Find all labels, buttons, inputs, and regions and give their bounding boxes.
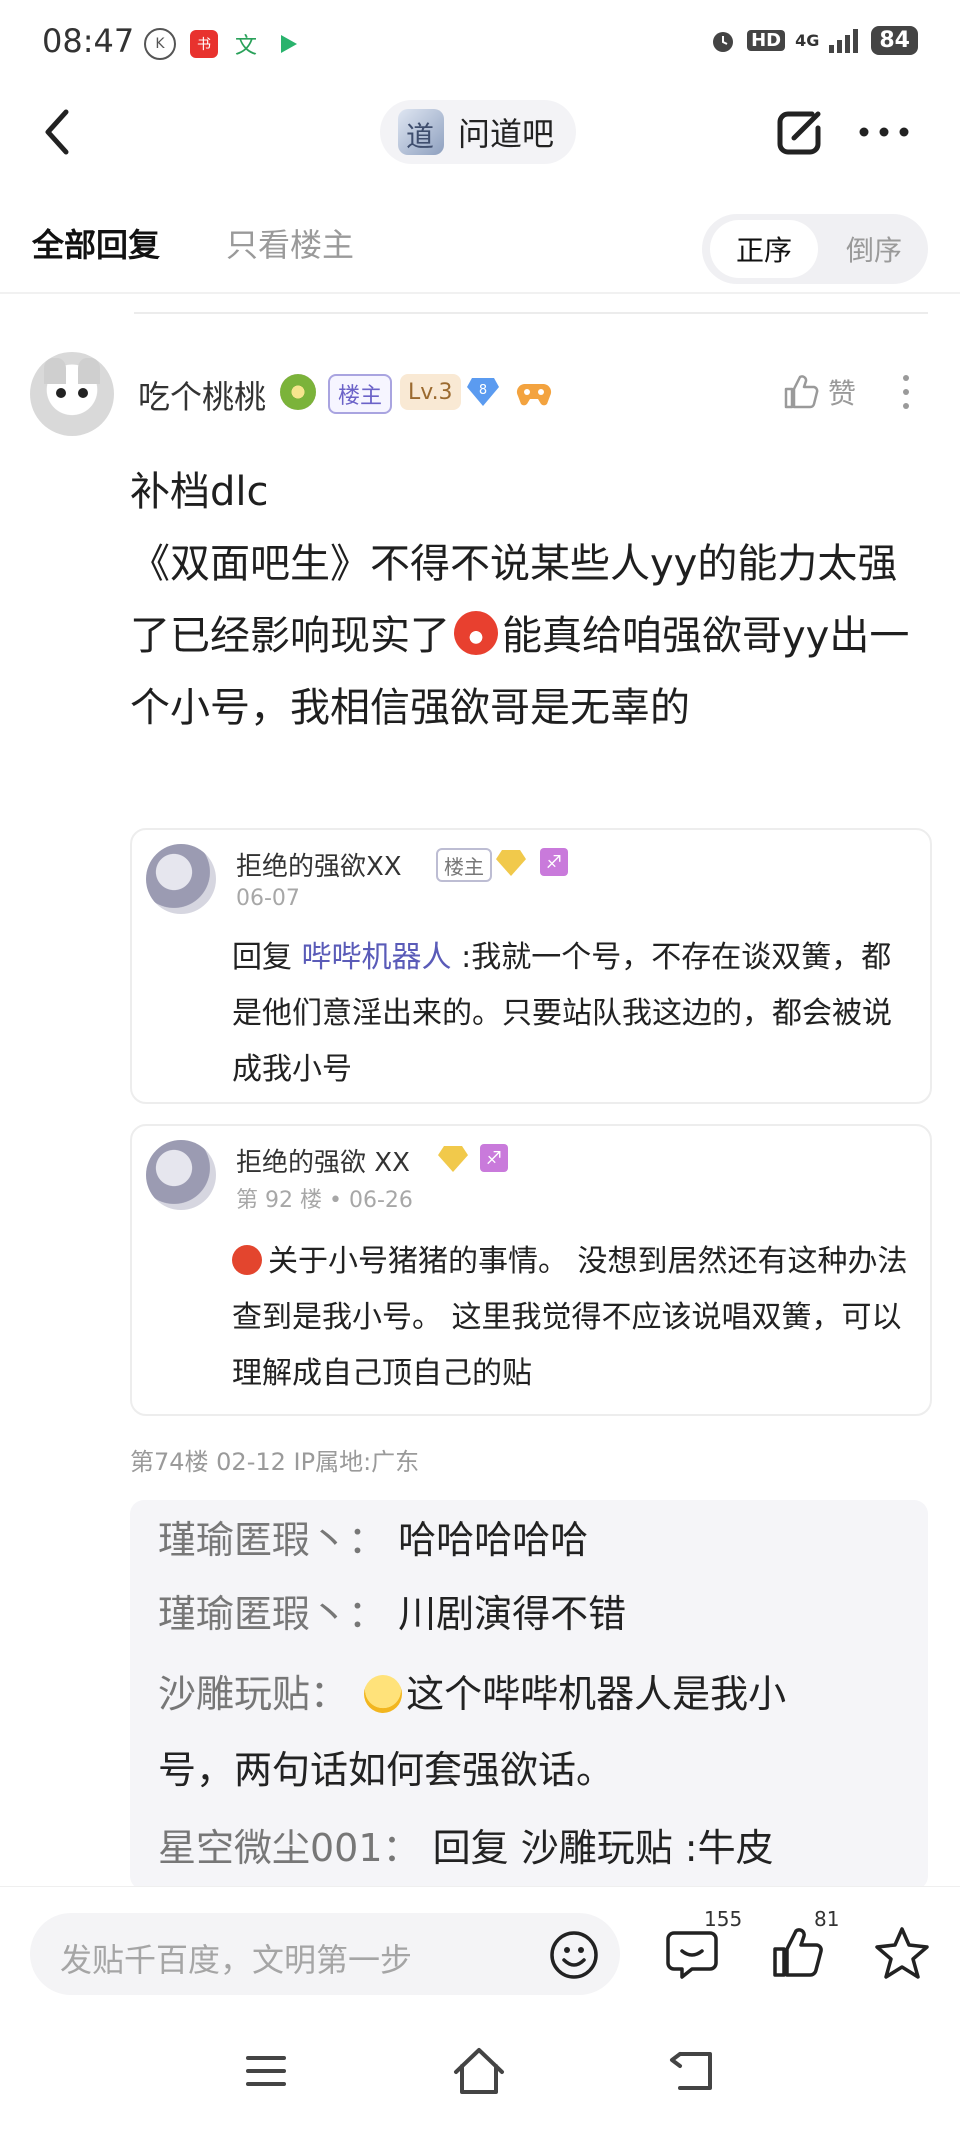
gamepad-icon <box>516 376 552 408</box>
bottom-action-bar: 发贴千百度，文明第一步 155 81 <box>0 1886 960 2027</box>
gem-level: 8 <box>479 383 487 398</box>
favorite-button[interactable] <box>872 1925 932 1981</box>
quoted-screenshot-card: 拒绝的强欲 XX ♐ 第 92 楼 • 06-26 关于小号猪猪的事情。 没想到… <box>130 1124 932 1416</box>
play-icon <box>274 30 302 58</box>
hd-icon: HD <box>747 30 786 51</box>
gem-icon <box>496 850 526 876</box>
divider <box>0 292 960 294</box>
post-meta: 第74楼 02-12 IP属地:广东 <box>130 1448 420 1476</box>
like-count: 81 <box>814 1907 840 1931</box>
back-button[interactable] <box>34 100 82 164</box>
quoted-user-avatar <box>146 1140 216 1210</box>
more-vertical-icon <box>903 375 909 409</box>
compose-input[interactable]: 发贴千百度，文明第一步 <box>30 1913 620 1995</box>
quoted-op-badge: 楼主 <box>436 848 492 882</box>
status-right: HD 4G 84 <box>709 26 918 55</box>
back-arrow-icon <box>670 2052 712 2090</box>
post-text-paragraph: 《双面吧生》不得不说某些人yy的能力太强了已经影响现实了 能真给咱强欲哥yy出一个… <box>130 528 930 744</box>
tomato-emoji-icon <box>232 1245 262 1275</box>
sub-reply[interactable]: 沙雕玩贴： 这个哔哔机器人是我小号，两句话如何套强欲话。 <box>158 1656 858 1808</box>
menu-icon <box>246 2056 286 2086</box>
sort-desc-button[interactable]: 倒序 <box>824 220 924 278</box>
comment-icon <box>666 1931 718 1979</box>
signal-icon <box>829 28 859 53</box>
more-horizontal-icon <box>859 127 909 137</box>
zodiac-icon: ♐ <box>540 848 568 876</box>
battery-indicator: 84 <box>871 26 918 55</box>
forum-name: 问道吧 <box>458 115 555 153</box>
star-icon <box>875 1927 929 1979</box>
system-back-button[interactable] <box>668 2050 714 2092</box>
post-username[interactable]: 吃个桃桃 <box>138 372 266 418</box>
post-like-button[interactable]: 赞 <box>782 372 856 412</box>
sub-reply-text: 回复 沙雕玩贴 :牛皮 <box>432 1826 774 1870</box>
user-avatar[interactable] <box>30 352 114 436</box>
mentioned-user-link: 哔哔机器人 <box>301 940 452 975</box>
angry-face-emoji-icon <box>454 611 498 655</box>
smiley-icon <box>550 1931 598 1979</box>
like-button[interactable] <box>770 1925 826 1981</box>
xiaohongshu-icon: 书 <box>190 30 218 58</box>
edit-button[interactable] <box>772 104 828 160</box>
thumbs-up-icon <box>784 375 819 409</box>
thumbs-up-icon <box>773 1928 823 1977</box>
gem-icon <box>438 1146 468 1172</box>
like-label: 赞 <box>828 377 857 410</box>
quoted-username: 拒绝的强欲XX <box>236 852 402 882</box>
compose-placeholder: 发贴千百度，文明第一步 <box>60 1941 413 1979</box>
sub-reply-user[interactable]: 瑾瑜匿瑕丶： <box>158 1592 386 1636</box>
reply-prefix: 回复 <box>232 940 302 975</box>
emoji-button[interactable] <box>548 1929 600 1981</box>
sort-toggle: 正序 倒序 <box>702 214 928 284</box>
zodiac-icon: ♐ <box>480 1144 508 1172</box>
smile-emoji-icon <box>364 1675 403 1713</box>
sub-reply[interactable]: 瑾瑜匿瑕丶： 川剧演得不错 <box>158 1582 918 1646</box>
comment-button[interactable] <box>664 1925 720 1981</box>
divider <box>134 312 928 314</box>
kiwi-emoji-icon <box>280 374 316 410</box>
quoted-screenshot-card: 拒绝的强欲XX 楼主 ♐ 06-07 回复 哔哔机器人 :我就一个号，不存在谈双… <box>130 828 932 1104</box>
quoted-date: 06-07 <box>236 886 300 911</box>
status-app-icons: K 书 文 <box>144 28 302 60</box>
op-badge: 楼主 <box>328 374 393 414</box>
home-icon <box>454 2048 504 2094</box>
post-text-line: 补档dlc <box>130 469 269 515</box>
edit-icon <box>777 111 821 155</box>
quoted-user-avatar <box>146 844 216 914</box>
chevron-left-icon <box>45 109 69 155</box>
alarm-icon <box>713 31 734 52</box>
sub-reply-user[interactable]: 沙雕玩贴： <box>158 1672 348 1716</box>
level-badge: Lv.3 <box>400 374 461 410</box>
status-time: 08:47 <box>42 22 135 60</box>
sub-reply-text: 川剧演得不错 <box>398 1592 627 1636</box>
translate-icon: 文 <box>232 30 260 59</box>
sub-reply-user[interactable]: 瑾瑜匿瑕丶： <box>158 1518 386 1562</box>
forum-header-pill[interactable]: 问道吧 <box>380 100 577 164</box>
post-content: 补档dlc 《双面吧生》不得不说某些人yy的能力太强了已经影响现实了 能真给咱强欲… <box>130 456 930 744</box>
system-menu-button[interactable] <box>244 2054 288 2088</box>
quoted-text: 关于小号猪猪的事情。 没想到居然还有这种办法查到是我小号。 这里我觉得不应该说唱… <box>232 1234 912 1402</box>
post-more-button[interactable] <box>896 372 916 412</box>
sort-asc-button[interactable]: 正序 <box>710 220 818 278</box>
system-home-button[interactable] <box>452 2046 506 2096</box>
sub-reply-user[interactable]: 星空微尘001： <box>158 1826 421 1870</box>
forum-avatar <box>398 109 444 155</box>
sub-reply-text: 哈哈哈哈哈 <box>398 1518 589 1562</box>
quoted-username: 拒绝的强欲 XX <box>236 1148 410 1178</box>
tab-only-op[interactable]: 只看楼主 <box>226 220 354 266</box>
tab-all-replies[interactable]: 全部回复 <box>32 220 160 266</box>
gem-level-icon: 8 <box>466 374 500 408</box>
quoted-floor-date: 第 92 楼 • 06-26 <box>236 1188 413 1213</box>
sub-reply[interactable]: 瑾瑜匿瑕丶： 哈哈哈哈哈 <box>158 1508 918 1572</box>
k-app-icon: K <box>144 28 176 60</box>
quoted-text: 回复 哔哔机器人 :我就一个号，不存在谈双簧，都是他们意淫出来的。只要站队我这边… <box>232 930 912 1098</box>
network-label: 4G <box>795 31 820 50</box>
sub-reply[interactable]: 星空微尘001： 回复 沙雕玩贴 :牛皮 <box>158 1816 918 1880</box>
sub-replies-box[interactable]: 瑾瑜匿瑕丶： 哈哈哈哈哈 瑾瑜匿瑕丶： 川剧演得不错 沙雕玩贴： 这个哔哔机器人… <box>130 1500 928 1890</box>
quoted-text-body: 关于小号猪猪的事情。 没想到居然还有这种办法查到是我小号。 这里我觉得不应该说唱… <box>232 1244 908 1391</box>
comment-count: 155 <box>704 1907 743 1931</box>
more-options-button[interactable] <box>856 118 912 146</box>
